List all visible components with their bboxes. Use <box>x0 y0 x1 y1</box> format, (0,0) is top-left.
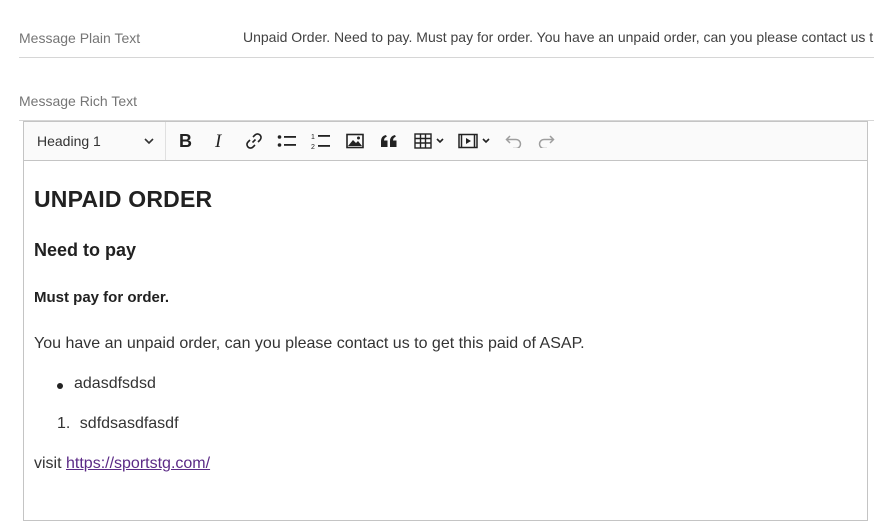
italic-icon[interactable]: I <box>210 128 230 154</box>
bullet-list-item-text: adasdfsdsd <box>74 375 156 392</box>
rich-text-editor[interactable]: Heading 1 B I 12 UNPAID ORDER Need to pa… <box>23 121 868 521</box>
visit-line: visit https://sportstg.com/ <box>34 455 210 473</box>
bold-icon[interactable]: B <box>176 128 196 154</box>
content-heading-3: Must pay for order. <box>34 289 170 306</box>
chevron-down-icon <box>143 134 155 152</box>
editor-toolbar: Heading 1 B I 12 <box>24 122 867 161</box>
numbered-list-icon[interactable]: 12 <box>311 128 331 154</box>
numbered-list-marker: 1. <box>57 415 71 432</box>
table-icon[interactable] <box>413 128 447 154</box>
content-paragraph: You have an unpaid order, can you please… <box>34 335 585 352</box>
sportstg-link[interactable]: https://sportstg.com/ <box>66 455 210 472</box>
plain-text-label: Message Plain Text <box>19 30 141 46</box>
svg-text:1: 1 <box>311 134 315 141</box>
plain-text-field: Message Plain Text Unpaid Order. Need to… <box>19 0 874 58</box>
bulleted-list-icon[interactable] <box>277 128 297 154</box>
heading-dropdown-value: Heading 1 <box>37 133 101 149</box>
visit-prefix: visit <box>34 455 66 472</box>
rich-text-field: Message Rich Text <box>19 57 874 121</box>
rich-text-label: Message Rich Text <box>19 93 138 109</box>
media-icon[interactable] <box>457 128 493 154</box>
content-heading-1: UNPAID ORDER <box>34 186 213 212</box>
redo-icon[interactable] <box>536 128 556 154</box>
plain-text-input[interactable]: Unpaid Order. Need to pay. Must pay for … <box>243 29 874 45</box>
numbered-list-item: 1. sdfdsasdfasdf <box>57 415 179 433</box>
content-heading-2: Need to pay <box>34 240 137 260</box>
blockquote-icon[interactable] <box>379 128 399 154</box>
image-icon[interactable] <box>345 128 365 154</box>
undo-icon[interactable] <box>504 128 524 154</box>
svg-text:2: 2 <box>311 144 315 150</box>
bullet-icon <box>57 383 63 389</box>
numbered-list-item-text: sdfdsasdfasdf <box>79 415 179 432</box>
link-icon[interactable] <box>244 128 264 154</box>
svg-text:I: I <box>214 132 223 150</box>
svg-text:B: B <box>179 132 192 150</box>
heading-dropdown[interactable]: Heading 1 <box>24 122 166 160</box>
